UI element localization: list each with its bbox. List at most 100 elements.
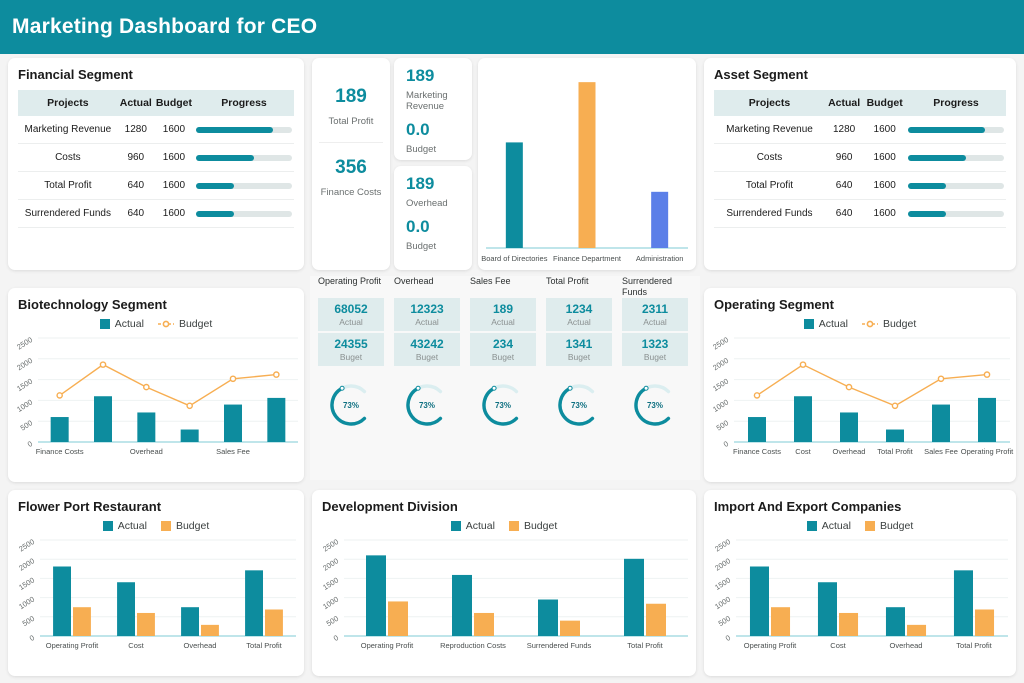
gauge-end-marker — [568, 386, 572, 390]
legend-label-actual: Actual — [466, 520, 495, 532]
legend-item-actual[interactable]: Actual — [804, 318, 848, 330]
x-tick-label: Sales Fee — [924, 447, 958, 456]
gauge-label: 73% — [571, 401, 587, 410]
metric-box-budget: 1341Buget — [546, 333, 612, 366]
bar-2 — [651, 192, 668, 248]
bar-budget-2 — [201, 625, 219, 636]
bar-budget-2 — [560, 621, 580, 636]
cell-budget: 1600 — [154, 200, 194, 228]
cell-project: Marketing Revenue — [714, 116, 825, 144]
legend-item-actual[interactable]: Actual — [807, 520, 851, 532]
progress-bar — [196, 183, 292, 189]
gauge-end-marker — [416, 386, 420, 390]
gauge-end-marker — [644, 386, 648, 390]
development-division-title: Development Division — [312, 490, 696, 514]
gauge-chart: 73% — [326, 380, 376, 430]
page-title: Marketing Dashboard for CEO — [0, 15, 317, 39]
y-tick-label: 1500 — [17, 575, 36, 591]
cell-budget: 1600 — [154, 116, 194, 144]
operating-segment-card: Operating Segment Actual Budget 05001000… — [704, 288, 1016, 482]
legend-swatch-budget-icon — [862, 319, 878, 329]
column-header-progress: Progress — [906, 90, 1006, 116]
legend-item-actual[interactable]: Actual — [100, 318, 144, 330]
table-row: Costs9601600 — [18, 144, 294, 172]
table-row: Marketing Revenue12801600 — [714, 116, 1006, 144]
progress-bar-fill — [196, 211, 234, 217]
metric-box-budget: 1323Buget — [622, 333, 688, 366]
metric-box-budget: 24355Buget — [318, 333, 384, 366]
metric-title: Overhead — [394, 276, 460, 298]
gauge-end-marker — [492, 386, 496, 390]
gauge-wrapper: 73% — [470, 380, 536, 430]
table-row: Surrendered Funds6401600 — [714, 200, 1006, 228]
kpi-divider — [319, 142, 383, 143]
central-metrics-strip: Operating Profit68052Actual24355Buget73%… — [310, 276, 700, 480]
y-tick-label: 500 — [717, 614, 732, 628]
legend-item-actual[interactable]: Actual — [103, 520, 147, 532]
y-tick-label: 1500 — [713, 575, 732, 591]
bar-budget-0 — [771, 607, 790, 636]
column-header-budget: Budget — [863, 90, 906, 116]
flower-port-legend: Actual Budget — [8, 520, 304, 532]
legend-item-budget[interactable]: Budget — [865, 520, 913, 532]
metric-label-budget: Buget — [644, 352, 666, 362]
progress-bar-fill — [908, 211, 946, 217]
column-header-projects: Projects — [18, 90, 118, 116]
operating-chart: 05001000150020002500Finance CostsCostOve… — [704, 330, 1016, 470]
biotechnology-legend: Actual Budget — [8, 318, 304, 330]
y-tick-label: 2500 — [15, 335, 34, 351]
bar-actual-2 — [886, 607, 905, 636]
overhead-label: Overhead — [406, 198, 472, 209]
cell-project: Total Profit — [18, 172, 118, 200]
cell-project: Surrendered Funds — [714, 200, 825, 228]
import-export-card: Import And Export Companies Actual Budge… — [704, 490, 1016, 676]
bar-1 — [794, 396, 812, 442]
legend-item-budget[interactable]: Budget — [158, 318, 212, 330]
gauge-label: 73% — [419, 401, 435, 410]
metric-value-budget: 1341 — [566, 337, 593, 351]
progress-bar — [908, 211, 1004, 217]
y-tick-label: 500 — [325, 614, 340, 628]
metric-label-actual: Actual — [643, 317, 667, 327]
legend-item-budget[interactable]: Budget — [862, 318, 916, 330]
gauge-chart: 73% — [554, 380, 604, 430]
table-header-row: ProjectsActualBudgetProgress — [714, 90, 1006, 116]
bar-budget-1 — [137, 613, 155, 636]
legend-item-actual[interactable]: Actual — [451, 520, 495, 532]
bar-actual-1 — [117, 582, 135, 636]
metric-label-budget: Buget — [568, 352, 590, 362]
metric-value-actual: 12323 — [410, 302, 443, 316]
bar-3 — [886, 430, 904, 442]
finance-costs-value: 356 — [335, 157, 367, 179]
cell-progress — [194, 116, 294, 144]
table-row: Total Profit6401600 — [18, 172, 294, 200]
flower-port-chart: 05001000150020002500Operating ProfitCost… — [8, 532, 304, 664]
column-header-actual: Actual — [118, 90, 154, 116]
financial-segment-title: Financial Segment — [8, 58, 304, 82]
metric-label-actual: Actual — [415, 317, 439, 327]
bar-budget-1 — [474, 613, 494, 636]
y-tick-label: 0 — [26, 439, 34, 449]
progress-bar-fill — [196, 127, 273, 133]
import-export-title: Import And Export Companies — [704, 490, 1016, 514]
legend-item-budget[interactable]: Budget — [161, 520, 209, 532]
budget-point-4 — [938, 376, 943, 381]
progress-bar — [908, 183, 1004, 189]
cell-budget: 1600 — [154, 144, 194, 172]
metric-column-0: Operating Profit68052Actual24355Buget73% — [318, 276, 384, 430]
legend-item-budget[interactable]: Budget — [509, 520, 557, 532]
legend-label-actual: Actual — [819, 318, 848, 330]
metric-box-actual: 68052Actual — [318, 298, 384, 331]
finance-costs-label: Finance Costs — [321, 187, 382, 199]
legend-swatch-actual-icon — [451, 521, 461, 531]
operating-segment-title: Operating Segment — [704, 288, 1016, 312]
metric-value-budget: 234 — [493, 337, 513, 351]
table-row: Surrendered Funds6401600 — [18, 200, 294, 228]
column-header-progress: Progress — [194, 90, 294, 116]
cell-budget: 1600 — [863, 200, 906, 228]
development-legend: Actual Budget — [312, 520, 696, 532]
legend-swatch-actual-icon — [103, 521, 113, 531]
biotechnology-segment-title: Biotechnology Segment — [8, 288, 304, 312]
budget-point-5 — [274, 372, 279, 377]
x-tick-label: Total Profit — [956, 641, 992, 650]
